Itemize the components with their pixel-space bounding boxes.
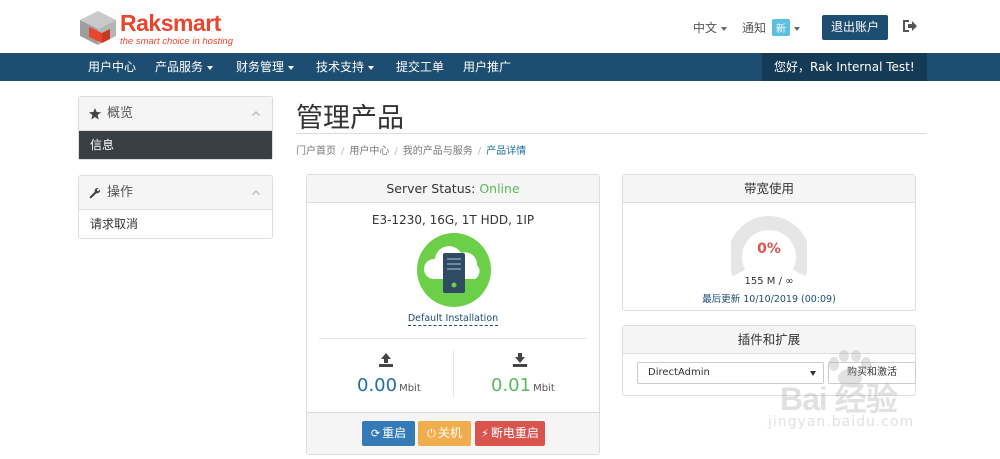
server-status-value: Online [479,181,520,196]
server-status-header: Server Status: Online [307,175,599,203]
power-icon: ⏻ [427,427,436,440]
download-value: 0.01 [491,375,532,396]
upload-icon [379,353,393,367]
top-header: Raksmart the smart choice in hosting 中文 … [0,0,1000,53]
updated-label: 最后更新 [702,294,741,305]
divider [319,338,587,339]
language-label: 中文 [693,21,718,35]
star-icon [89,108,101,120]
bandwidth-last-updated: 最后更新 10/10/2019 (00:09) [623,291,915,305]
sidebar-actions-header[interactable]: 操作 [79,176,272,210]
user-greeting-dropdown[interactable]: 您好，Rak Internal Test! [762,53,927,98]
logout-icon[interactable] [902,19,918,33]
page-title: 管理产品 [296,103,404,134]
sidebar-item-info[interactable]: 信息 [79,131,272,159]
nav-user-center[interactable]: 用户中心 [88,53,136,81]
nav-label: 用户推广 [463,60,512,74]
watermark-url: jingyan.baidu.com [768,414,915,430]
nav-billing[interactable]: 财务管理 [236,53,295,81]
breadcrumb-my-products[interactable]: 我的产品与服务 [403,146,473,157]
brand-tagline: the smart choice in hosting [120,36,234,47]
restart-label: 重启 [382,426,407,440]
bandwidth-panel: 带宽使用 0% 155 M / ∞ 最后更新 10/10/2019 (00:09… [622,174,916,311]
plug-icon: ⚡ [481,427,489,440]
bandwidth-usage: 155 M / ∞ [744,276,794,287]
sidebar-item-request-cancel[interactable]: 请求取消 [79,210,272,238]
download-speed: 0.01 Mbit [491,375,555,396]
nav-label: 技术支持 [316,60,365,74]
nav-support[interactable]: 技术支持 [316,53,375,81]
baidu-watermark: Bai 经验 jingyan.baidu.com [760,350,960,445]
chevron-down-icon [288,65,295,70]
power-cycle-button[interactable]: ⚡ 断电重启 [475,421,545,446]
restart-button[interactable]: ⟳ 重启 [362,421,415,446]
addon-select-value: DirectAdmin [648,367,710,378]
chevron-down-icon [786,93,792,98]
logout-button[interactable]: 退出账户 [822,15,888,40]
server-status-panel: Server Status: Online E3-1230, 16G, 1T H… [306,174,600,455]
sidebar-overview-header[interactable]: 概览 [79,97,272,131]
chevron-up-icon [252,111,260,116]
chevron-down-icon [721,26,728,31]
language-dropdown[interactable]: 中文 [693,19,728,36]
nav-label: 用户中心 [88,60,137,74]
power-cycle-label: 断电重启 [490,426,539,440]
breadcrumb: 门户首页 / 用户中心 / 我的产品与服务 / 产品详情 [296,146,527,157]
breadcrumb-current: 产品详情 [486,146,527,157]
wrench-icon [89,187,101,199]
shutdown-label: 关机 [437,426,462,440]
upload-value: 0.00 [357,375,398,396]
server-cloud-icon [417,233,491,307]
brand-name: Raksmart [120,10,221,36]
upload-speed: 0.00 Mbit [357,375,421,396]
notice-badge: 新 [771,19,790,36]
sidebar-actions-title: 操作 [107,185,134,200]
notice-dropdown[interactable]: 通知 新 [742,19,800,36]
shutdown-button[interactable]: ⏻ 关机 [418,421,471,446]
bandwidth-percent: 0% [757,241,781,257]
nav-label: 提交工单 [396,60,445,74]
nav-label: 财务管理 [236,60,285,74]
refresh-icon: ⟳ [370,427,381,440]
nav-label: 产品服务 [155,60,204,74]
logo-cube-icon [80,11,116,45]
server-cloud-graphic [423,246,480,293]
server-actions-footer: ⟳ 重启 ⏻ 关机 ⚡ 断电重启 [307,412,599,454]
bandwidth-header: 带宽使用 [623,175,915,203]
download-unit: Mbit [533,383,555,394]
breadcrumb-home[interactable]: 门户首页 [296,146,336,157]
install-link-text: Default Installation [407,313,499,326]
title-divider [296,133,927,134]
greeting-text: 您好，Rak Internal Test! [774,60,915,74]
server-spec: E3-1230, 16G, 1T HDD, 1IP [371,213,535,227]
nav-products[interactable]: 产品服务 [155,53,214,81]
chevron-down-icon [207,65,214,70]
server-status-label: Server Status: [386,181,476,196]
updated-value: 10/10/2019 (00:09) [743,294,836,305]
chevron-up-icon [252,190,260,195]
divider [453,350,454,398]
chevron-down-icon [793,26,800,31]
notice-label: 通知 [742,21,767,35]
breadcrumb-user-center[interactable]: 用户中心 [349,146,389,157]
brand-logo[interactable]: Raksmart the smart choice in hosting [78,9,238,47]
nav-affiliate[interactable]: 用户推广 [463,53,511,81]
upload-unit: Mbit [399,383,421,394]
chevron-down-icon [368,65,375,70]
default-installation-link[interactable]: Default Installation [307,313,599,326]
sidebar-overview-panel: 概览 信息 [78,96,273,160]
sidebar-actions-panel: 操作 请求取消 [78,175,273,239]
nav-submit-ticket[interactable]: 提交工单 [396,53,444,81]
download-icon [513,353,527,367]
sidebar-overview-title: 概览 [107,106,134,121]
